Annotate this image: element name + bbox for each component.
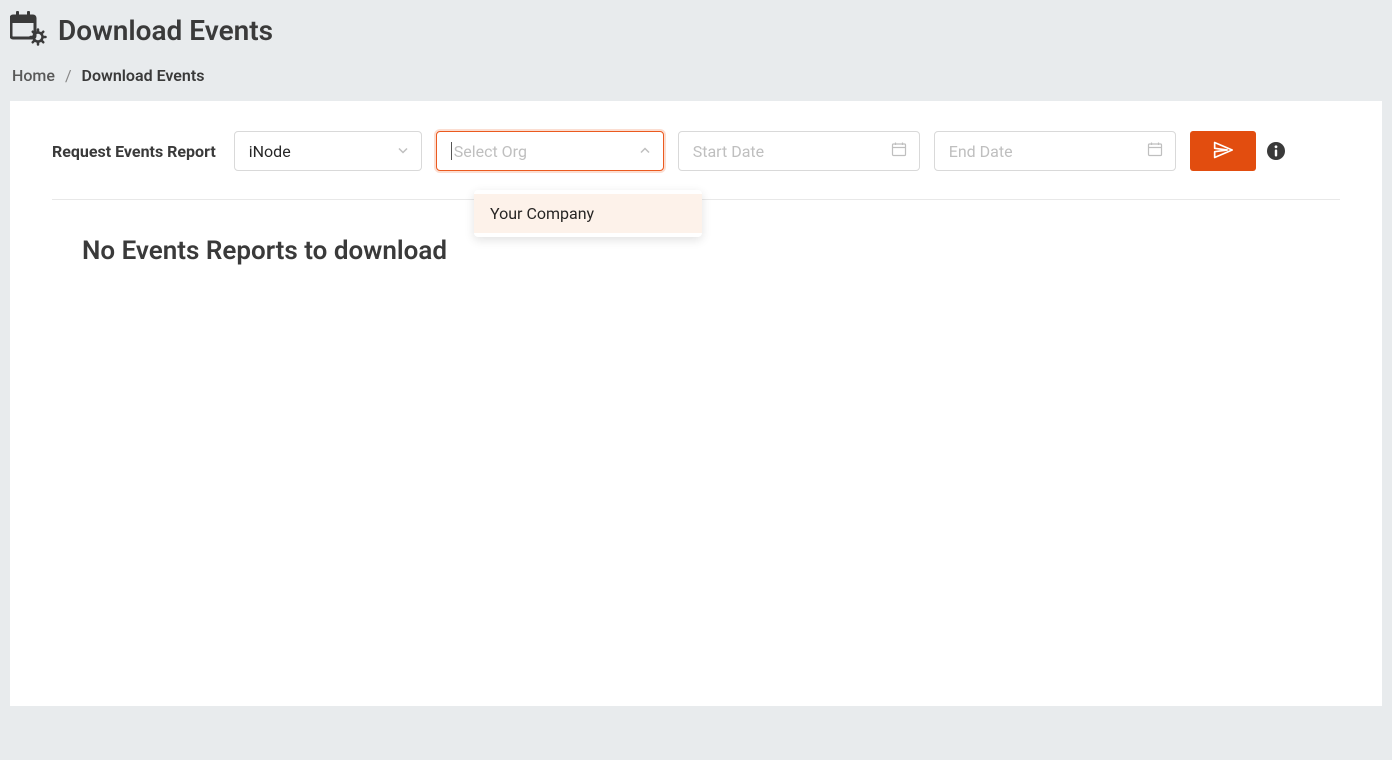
start-date-placeholder: Start Date xyxy=(693,142,764,161)
calendar-settings-icon xyxy=(10,10,48,50)
inode-select-value: iNode xyxy=(249,142,291,161)
start-date-input[interactable]: Start Date xyxy=(678,131,920,171)
org-dropdown-item[interactable]: Your Company xyxy=(474,194,702,233)
org-select-placeholder: Select Org xyxy=(454,142,527,161)
org-select[interactable]: Select Org xyxy=(436,131,664,171)
breadcrumb: Home / Download Events xyxy=(10,66,1382,85)
calendar-icon xyxy=(891,141,907,161)
title-row: Download Events xyxy=(10,10,1382,50)
inode-select[interactable]: iNode xyxy=(234,131,422,171)
end-date-placeholder: End Date xyxy=(949,142,1013,161)
breadcrumb-home[interactable]: Home xyxy=(12,66,55,85)
end-date-input[interactable]: End Date xyxy=(934,131,1176,171)
info-icon[interactable] xyxy=(1266,141,1286,161)
chevron-down-icon xyxy=(397,142,409,161)
filter-label: Request Events Report xyxy=(52,142,216,161)
breadcrumb-separator: / xyxy=(65,66,72,85)
page-title: Download Events xyxy=(58,14,273,47)
chevron-up-icon xyxy=(639,142,651,161)
breadcrumb-current: Download Events xyxy=(82,66,205,85)
text-cursor xyxy=(451,142,452,160)
page-header: Download Events Home / Download Events xyxy=(0,0,1392,85)
send-button[interactable] xyxy=(1190,131,1256,171)
calendar-icon xyxy=(1147,141,1163,161)
send-icon xyxy=(1213,140,1233,163)
org-dropdown: Your Company xyxy=(474,190,702,237)
